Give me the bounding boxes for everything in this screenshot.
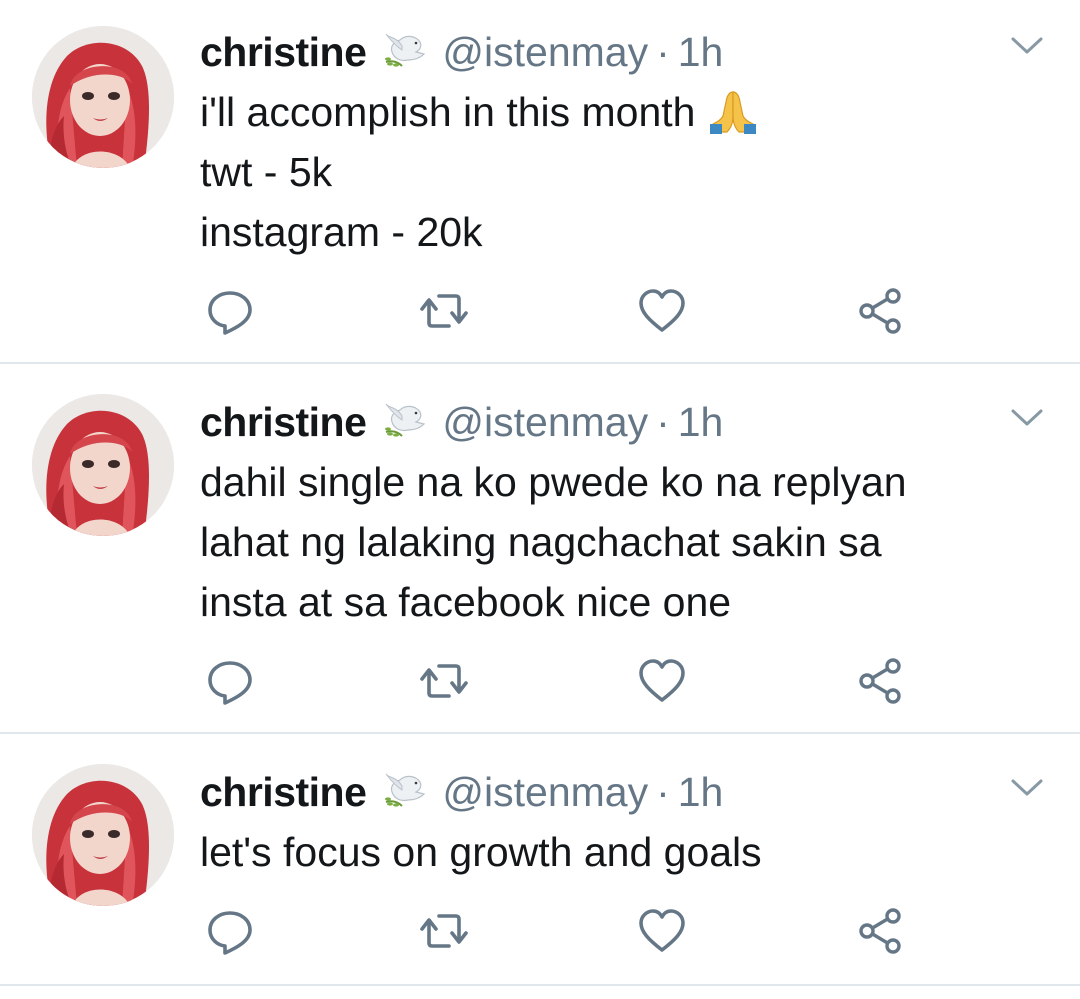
chevron-down-icon[interactable] <box>1010 36 1044 56</box>
tweet-line: i'll accomplish in this month <box>200 82 1050 142</box>
dove-icon <box>382 32 428 72</box>
divider <box>0 984 1080 986</box>
retweet-icon[interactable] <box>419 286 469 336</box>
reply-icon[interactable] <box>205 656 255 706</box>
tweet-line: lahat ng lalaking nagchachat sakin sa <box>200 519 882 565</box>
share-icon[interactable] <box>856 906 906 956</box>
separator: · <box>656 398 670 445</box>
author-name[interactable]: christine <box>200 399 367 446</box>
timestamp[interactable]: 1h <box>678 399 724 446</box>
tweet-actions <box>0 656 1080 706</box>
dove-icon <box>382 772 428 812</box>
author-handle[interactable]: @istenmay <box>442 769 648 816</box>
avatar[interactable] <box>32 26 174 168</box>
author-handle[interactable]: @istenmay <box>442 399 648 446</box>
reply-icon[interactable] <box>205 906 255 956</box>
separator: · <box>656 28 670 75</box>
like-icon[interactable] <box>637 286 687 336</box>
tweet-line: dahil single na ko pwede ko na replyan <box>200 459 907 505</box>
chevron-down-icon[interactable] <box>1010 408 1044 428</box>
like-icon[interactable] <box>637 906 687 956</box>
separator: · <box>656 768 670 815</box>
tweet-line: let's focus on growth and goals <box>200 829 762 875</box>
tweet-actions <box>0 286 1080 336</box>
tweet-header: christine @istenmay · 1h <box>200 26 723 78</box>
author-name[interactable]: christine <box>200 29 367 76</box>
folded-hands-emoji <box>707 86 759 134</box>
tweet-line: insta at sa facebook nice one <box>200 579 732 625</box>
reply-icon[interactable] <box>205 286 255 336</box>
share-icon[interactable] <box>856 286 906 336</box>
tweet-line: instagram - 20k <box>200 209 483 255</box>
dove-icon <box>382 402 428 442</box>
retweet-icon[interactable] <box>419 906 469 956</box>
author-name[interactable]: christine <box>200 769 367 816</box>
tweet-header: christine @istenmay · 1h <box>200 396 723 448</box>
tweet[interactable]: christine @istenmay · 1h let's focus on … <box>0 734 1080 984</box>
avatar[interactable] <box>32 764 174 906</box>
retweet-icon[interactable] <box>419 656 469 706</box>
like-icon[interactable] <box>637 656 687 706</box>
avatar[interactable] <box>32 394 174 536</box>
share-icon[interactable] <box>856 656 906 706</box>
author-handle[interactable]: @istenmay <box>442 29 648 76</box>
tweet[interactable]: christine @istenmay · 1h i'll accomplish… <box>0 0 1080 362</box>
tweet-line-text: i'll accomplish in this month <box>200 89 696 135</box>
tweet-header: christine @istenmay · 1h <box>200 766 723 818</box>
tweet-text: dahil single na ko pwede ko na replyan l… <box>200 452 1050 632</box>
tweet[interactable]: christine @istenmay · 1h dahil single na… <box>0 364 1080 732</box>
tweet-line: twt - 5k <box>200 149 333 195</box>
timestamp[interactable]: 1h <box>678 29 724 76</box>
tweet-text: i'll accomplish in this month twt - 5k i… <box>200 82 1050 262</box>
timestamp[interactable]: 1h <box>678 769 724 816</box>
tweet-actions <box>0 906 1080 956</box>
chevron-down-icon[interactable] <box>1010 778 1044 798</box>
tweet-text: let's focus on growth and goals <box>200 822 1050 882</box>
